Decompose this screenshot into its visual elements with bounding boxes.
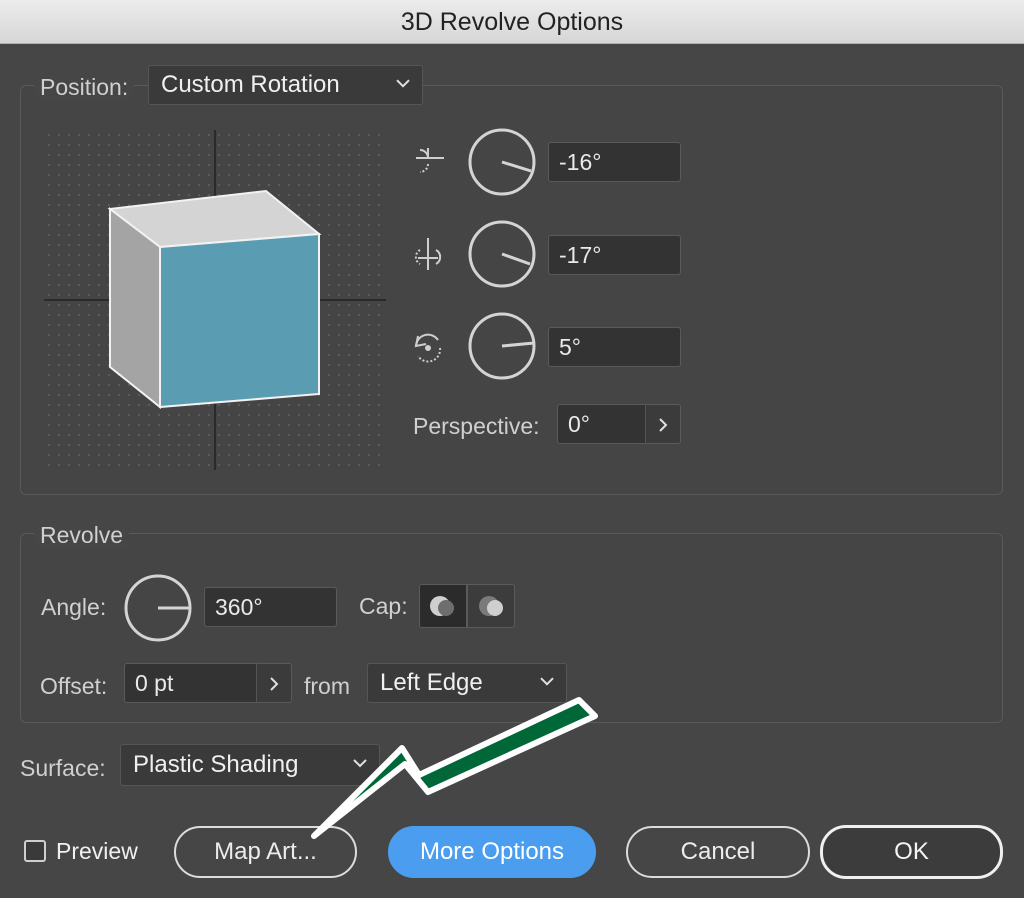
window-title: 3D Revolve Options <box>0 0 1024 44</box>
surface-value: Plastic Shading <box>133 751 299 778</box>
chevron-right-icon <box>659 418 668 432</box>
y-axis-rotation-icon <box>414 238 442 270</box>
cap-off-icon <box>479 596 503 616</box>
perspective-label: Perspective: <box>413 413 540 439</box>
preview-label: Preview <box>56 838 138 864</box>
chevron-down-icon <box>396 62 410 100</box>
position-dropdown[interactable]: Custom Rotation <box>148 65 423 105</box>
preview-checkbox[interactable] <box>24 840 46 862</box>
offset-label: Offset: <box>40 673 108 699</box>
y-rotation-input[interactable]: -17° <box>548 235 681 275</box>
cube-front-face <box>159 232 320 409</box>
annotation-arrow <box>311 697 598 839</box>
dialog-body: Position: Custom Rotation -16° -17° 5° P… <box>0 44 1024 898</box>
perspective-input[interactable]: 0° <box>557 404 647 444</box>
cube-preview[interactable] <box>44 130 386 470</box>
position-label: Position: <box>34 74 135 101</box>
perspective-stepper-button[interactable] <box>645 404 681 444</box>
y-rotation-dial[interactable] <box>466 218 538 290</box>
chevron-right-icon <box>270 677 279 691</box>
revolve-group-label: Revolve <box>34 522 130 549</box>
z-rotation-dial[interactable] <box>466 310 538 382</box>
surface-label: Surface: <box>20 755 106 781</box>
z-axis-rotation-icon <box>414 333 442 363</box>
angle-label: Angle: <box>41 594 107 620</box>
offset-input[interactable]: 0 pt <box>124 663 258 703</box>
cap-label: Cap: <box>359 593 408 619</box>
x-rotation-dial[interactable] <box>466 126 538 198</box>
angle-input[interactable]: 360° <box>204 587 337 627</box>
offset-stepper-button[interactable] <box>256 663 292 703</box>
x-rotation-input[interactable]: -16° <box>548 142 681 182</box>
x-axis-rotation-icon <box>416 148 444 173</box>
angle-dial[interactable] <box>122 572 194 644</box>
cap-on-icon <box>430 596 454 616</box>
cap-on-button[interactable] <box>419 584 467 628</box>
ok-button[interactable]: OK <box>820 825 1003 879</box>
position-dropdown-value: Custom Rotation <box>161 71 340 98</box>
z-rotation-input[interactable]: 5° <box>548 327 681 367</box>
cancel-button[interactable]: Cancel <box>626 826 810 878</box>
cap-off-button[interactable] <box>467 584 515 628</box>
